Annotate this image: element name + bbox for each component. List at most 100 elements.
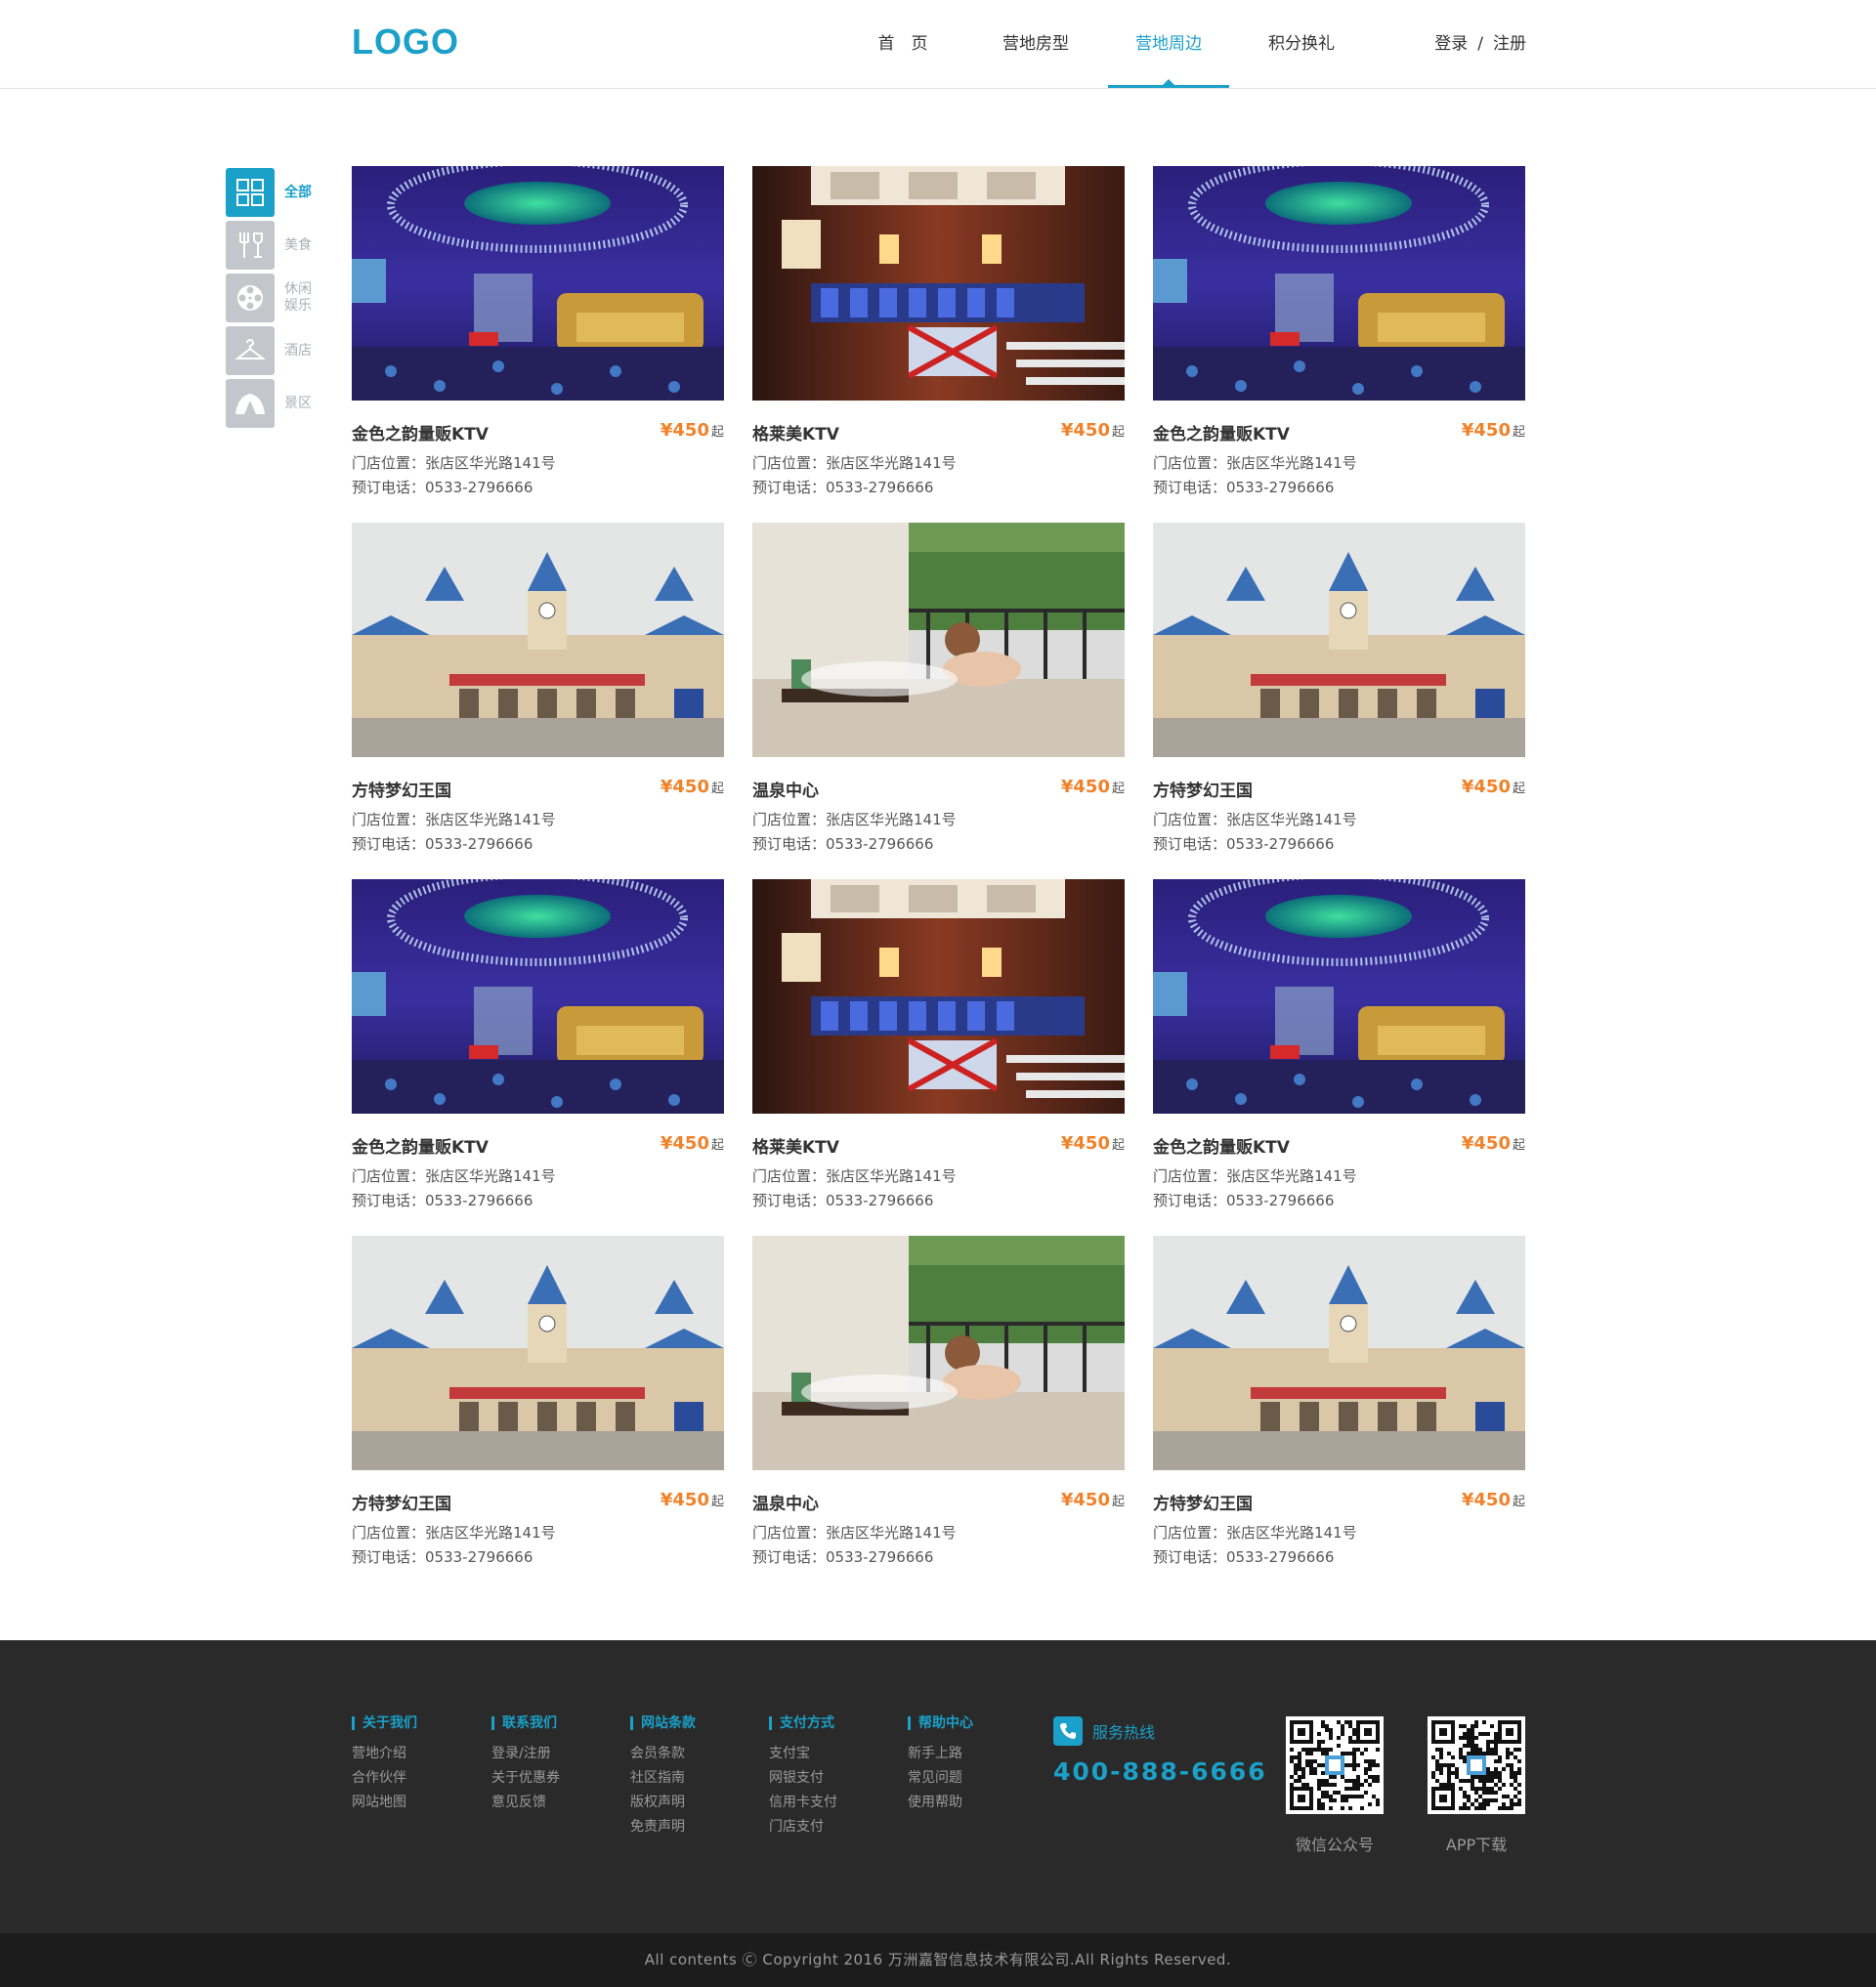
nav-home[interactable]: 首 页 — [836, 0, 969, 88]
venue-name[interactable]: 方特梦幻王国 — [1153, 777, 1253, 801]
price-suffix: 起 — [710, 425, 724, 440]
grid-icon — [226, 168, 275, 217]
venue-price: ¥450 起 — [1462, 420, 1525, 441]
phone-icon — [1053, 1716, 1083, 1746]
category-food[interactable]: 美食 — [226, 219, 320, 272]
venue-name[interactable]: 金色之韵量贩KTV — [352, 1133, 489, 1158]
category-label: 酒店 — [284, 342, 312, 359]
hanger-icon — [226, 326, 275, 375]
venue-name[interactable]: 格莱美KTV — [752, 1133, 839, 1158]
venue-phone: 预订电话：0533-2796666 — [352, 1192, 533, 1209]
price-value: ¥450 — [1060, 1133, 1110, 1154]
qr-code-icon — [1428, 1716, 1525, 1814]
login-link[interactable]: 登录 — [1434, 34, 1468, 54]
venue-name[interactable]: 方特梦幻王国 — [1153, 1490, 1253, 1514]
venue-photo[interactable] — [1153, 879, 1525, 1114]
category-scenic[interactable]: 景区 — [226, 377, 320, 430]
category-hotel[interactable]: 酒店 — [226, 324, 320, 377]
category-label: 景区 — [284, 395, 312, 411]
venue-name[interactable]: 温泉中心 — [752, 777, 819, 801]
logo[interactable]: LOGO — [352, 21, 459, 63]
venue-phone: 预订电话：0533-2796666 — [752, 1192, 934, 1209]
footer-link[interactable]: 合作伙伴 — [352, 1770, 417, 1786]
price-value: ¥450 — [660, 777, 709, 797]
venue-photo[interactable] — [352, 166, 724, 401]
venue-card[interactable]: 金色之韵量贩KTV ¥450 起门店位置：张店区华光路141号 预订电话：0533-2… — [352, 166, 724, 498]
venue-photo[interactable] — [1153, 166, 1525, 401]
price-value: ¥450 — [1060, 777, 1110, 797]
price-value: ¥450 — [660, 420, 709, 441]
nav-nearby[interactable]: 营地周边 — [1102, 0, 1235, 88]
footer-link[interactable]: 门店支付 — [769, 1819, 837, 1835]
venue-name[interactable]: 方特梦幻王国 — [352, 777, 451, 801]
footer-link[interactable]: 网银支付 — [769, 1770, 837, 1786]
price-suffix: 起 — [710, 1495, 724, 1509]
venue-name[interactable]: 方特梦幻王国 — [352, 1490, 451, 1514]
venue-card[interactable]: 金色之韵量贩KTV ¥450 起门店位置：张店区华光路141号 预订电话：0533-2… — [1153, 879, 1525, 1211]
venue-photo[interactable] — [752, 166, 1125, 401]
venue-name[interactable]: 格莱美KTV — [752, 420, 839, 444]
footer-link[interactable]: 网站地图 — [352, 1795, 417, 1810]
footer-link[interactable]: 使用帮助 — [908, 1795, 973, 1810]
venue-photo[interactable] — [1153, 523, 1525, 757]
category-all[interactable]: 全部 — [226, 166, 320, 219]
footer-link[interactable]: 版权声明 — [630, 1795, 696, 1810]
venue-price: ¥450 起 — [1462, 1133, 1525, 1154]
venue-card[interactable]: 方特梦幻王国 ¥450 起门店位置：张店区华光路141号 预订电话：0533-2796… — [1153, 1236, 1525, 1568]
hotline-label: 服务热线 — [1092, 1723, 1156, 1742]
category-leisure[interactable]: 休闲娱乐 — [226, 272, 320, 324]
venue-name[interactable]: 温泉中心 — [752, 1490, 819, 1514]
footer-link[interactable]: 社区指南 — [630, 1770, 696, 1786]
price-value: ¥450 — [660, 1133, 709, 1154]
footer-link[interactable]: 信用卡支付 — [769, 1795, 837, 1810]
category-label: 休闲娱乐 — [284, 281, 312, 314]
register-link[interactable]: 注册 — [1493, 34, 1526, 54]
venue-price: ¥450 起 — [1462, 777, 1525, 797]
venue-card[interactable]: 格莱美KTV ¥450 起门店位置：张店区华光路141号 预订电话：0533-2796… — [752, 166, 1125, 498]
price-suffix: 起 — [1512, 425, 1525, 440]
venue-photo[interactable] — [752, 879, 1125, 1114]
footer-link[interactable]: 意见反馈 — [491, 1795, 560, 1810]
price-value: ¥450 — [1461, 1490, 1511, 1510]
venue-photo[interactable] — [752, 523, 1125, 757]
hotline-number[interactable]: 400-888-6666 — [1053, 1757, 1267, 1786]
nav-room-types[interactable]: 营地房型 — [969, 0, 1102, 88]
venue-card[interactable]: 金色之韵量贩KTV ¥450 起门店位置：张店区华光路141号 预订电话：0533-2… — [352, 879, 724, 1211]
venue-card[interactable]: 金色之韵量贩KTV ¥450 起门店位置：张店区华光路141号 预订电话：0533-2… — [1153, 166, 1525, 498]
venue-photo[interactable] — [752, 1236, 1125, 1470]
footer-link[interactable]: 支付宝 — [769, 1746, 837, 1761]
venue-card[interactable]: 温泉中心 ¥450 起门店位置：张店区华光路141号 预订电话：0533-279666… — [752, 523, 1125, 855]
price-value: ¥450 — [1060, 1490, 1110, 1510]
footer-link[interactable]: 关于优惠券 — [491, 1770, 560, 1786]
venue-card[interactable]: 方特梦幻王国 ¥450 起门店位置：张店区华光路141号 预订电话：0533-2796… — [352, 1236, 724, 1568]
venue-card[interactable]: 方特梦幻王国 ¥450 起门店位置：张店区华光路141号 预订电话：0533-2796… — [1153, 523, 1525, 855]
venue-card[interactable]: 温泉中心 ¥450 起门店位置：张店区华光路141号 预订电话：0533-279666… — [752, 1236, 1125, 1568]
qr-code-icon — [1286, 1716, 1384, 1814]
footer-heading: 关于我们 — [352, 1716, 417, 1730]
price-suffix: 起 — [1512, 782, 1525, 796]
venue-name[interactable]: 金色之韵量贩KTV — [352, 420, 489, 444]
footer-link[interactable]: 登录/注册 — [491, 1746, 560, 1761]
venue-photo[interactable] — [352, 1236, 724, 1470]
qr-label[interactable]: APP下载 — [1428, 1832, 1525, 1855]
venue-phone: 预订电话：0533-2796666 — [752, 1548, 934, 1566]
venue-card[interactable]: 格莱美KTV ¥450 起门店位置：张店区华光路141号 预订电话：0533-2796… — [752, 879, 1125, 1211]
nav-points-rewards[interactable]: 积分换礼 — [1235, 0, 1368, 88]
venue-card[interactable]: 方特梦幻王国 ¥450 起门店位置：张店区华光路141号 预订电话：0533-2796… — [352, 523, 724, 855]
venue-photo[interactable] — [352, 879, 724, 1114]
venue-address: 门店位置：张店区华光路141号 — [352, 1167, 556, 1185]
venue-photo[interactable] — [352, 523, 724, 757]
venue-photo[interactable] — [1153, 1236, 1525, 1470]
footer-link[interactable]: 免责声明 — [630, 1819, 696, 1835]
venue-name[interactable]: 金色之韵量贩KTV — [1153, 420, 1290, 444]
footer-link[interactable]: 常见问题 — [908, 1770, 973, 1786]
footer-link[interactable]: 新手上路 — [908, 1746, 973, 1761]
dining-icon — [226, 221, 275, 270]
footer-link[interactable]: 营地介绍 — [352, 1746, 417, 1761]
footer-heading: 联系我们 — [491, 1716, 560, 1730]
price-suffix: 起 — [710, 1138, 724, 1153]
wechat-qr: 微信公众号 — [1286, 1716, 1384, 1855]
venue-phone: 预订电话：0533-2796666 — [752, 479, 934, 496]
venue-name[interactable]: 金色之韵量贩KTV — [1153, 1133, 1290, 1158]
footer-link[interactable]: 会员条款 — [630, 1746, 696, 1761]
